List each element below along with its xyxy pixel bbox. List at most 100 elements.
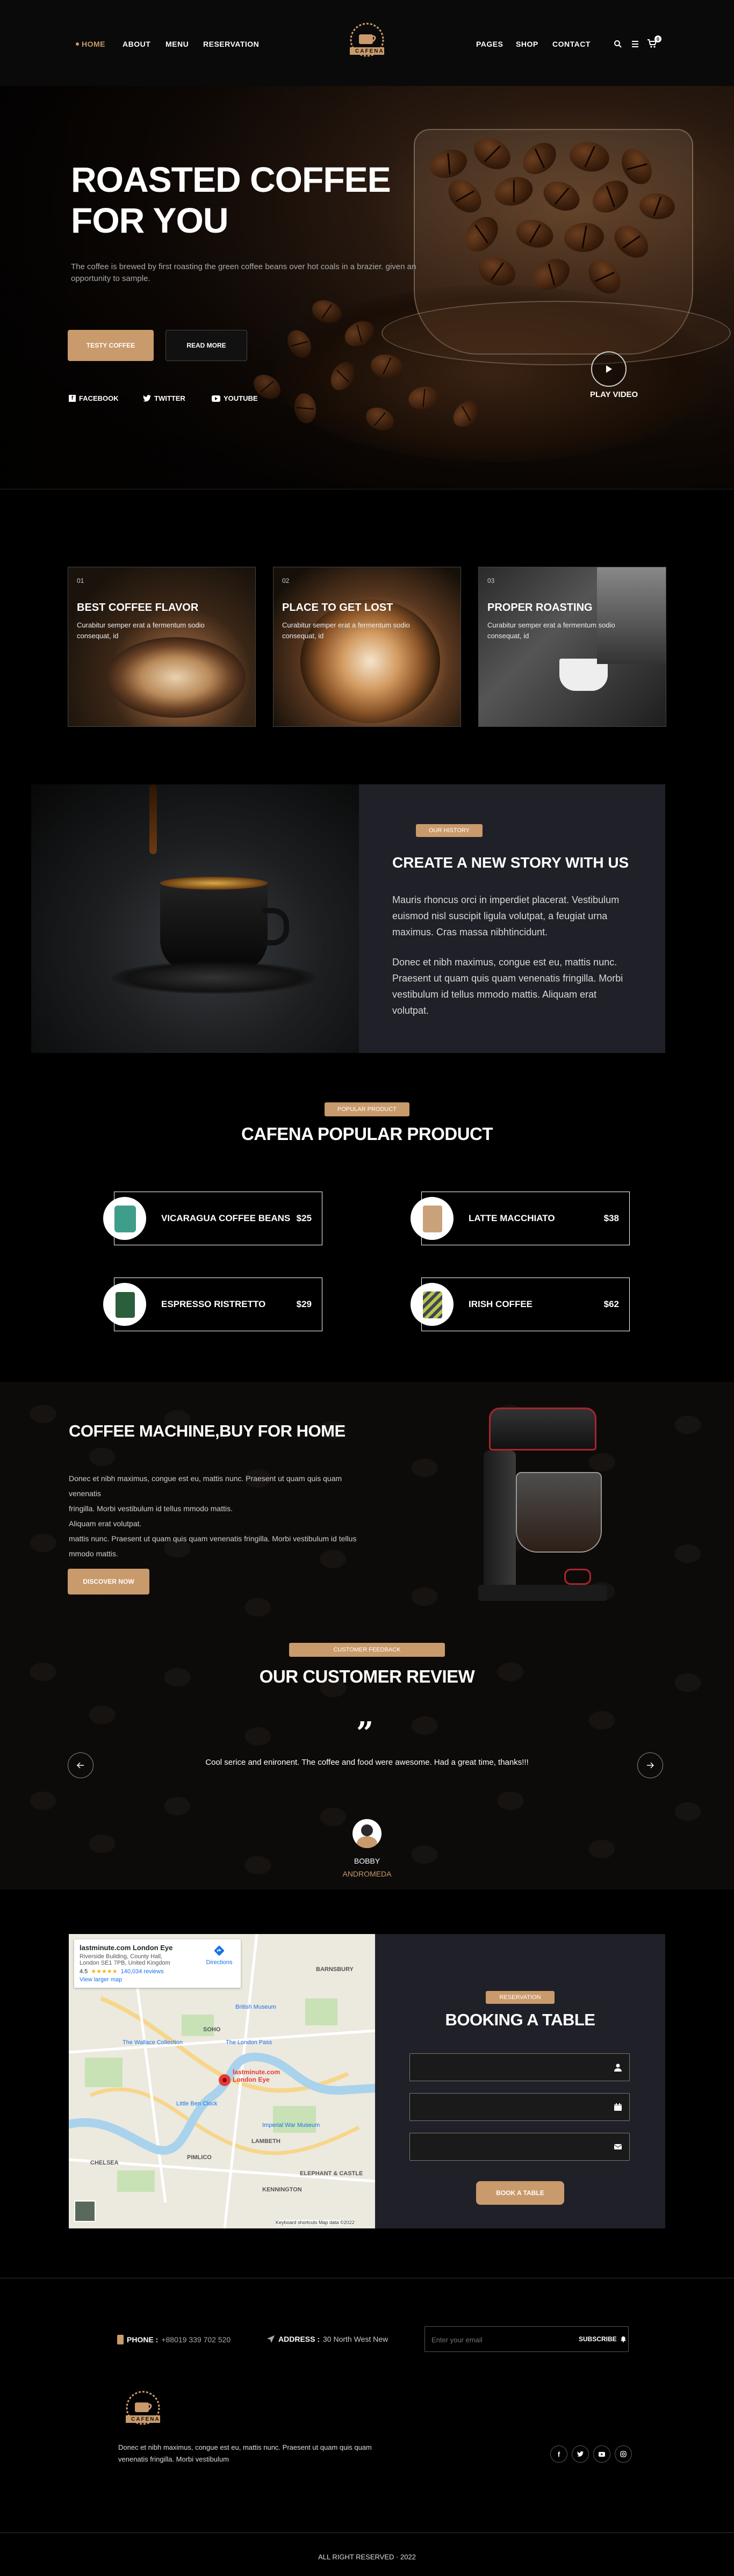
- book-a-table-button[interactable]: BOOK A TABLE: [476, 2181, 564, 2205]
- map-label: The Wallace Collection: [123, 2039, 183, 2046]
- search-icon[interactable]: [614, 40, 622, 51]
- booking-name-field[interactable]: [409, 2053, 630, 2081]
- active-dot: [76, 42, 79, 46]
- product-price: $25: [296, 1213, 312, 1223]
- map-embed[interactable]: SOHO The London Pass LAMBETH PIMLICO CHE…: [69, 1934, 375, 2228]
- nav-shop[interactable]: SHOP: [516, 40, 538, 48]
- product-thumb: [411, 1283, 454, 1326]
- review-tag: CUSTOMER FEEDBACK: [289, 1643, 445, 1657]
- footer-address: ADDRESS : 30 North West New: [267, 2335, 388, 2343]
- machine-text-line: mmodo mattis.: [69, 1549, 118, 1558]
- footer-about-line2: venenatis fringilla. Morbi vestibulum: [118, 2455, 229, 2463]
- footer-logo[interactable]: CAFENA: [116, 2387, 170, 2436]
- nav-home[interactable]: HOME: [82, 40, 105, 48]
- map-label: BARNSBURY: [316, 1966, 354, 1973]
- map-thumbnail[interactable]: [74, 2200, 96, 2222]
- products-title: CAFENA POPULAR PRODUCT: [241, 1124, 493, 1144]
- booking-email-field[interactable]: [409, 2133, 630, 2161]
- address-value: 30 North West New: [323, 2335, 388, 2343]
- map-label: Imperial War Museum: [262, 2122, 320, 2128]
- discover-now-button[interactable]: DISCOVER NOW: [68, 1569, 149, 1594]
- reviewer-company: ANDROMEDA: [342, 1870, 392, 1878]
- map-reviews-link[interactable]: 140,034 reviews: [121, 1968, 164, 1975]
- map-label: British Museum: [235, 2004, 276, 2010]
- facebook-icon: f: [69, 395, 76, 402]
- logo-text: CAFENA: [355, 48, 384, 54]
- play-video-label: PLAY VIDEO: [590, 390, 638, 399]
- arrow-right-icon: [647, 1762, 654, 1769]
- copyright-text: ALL RIGHT RESERVED · 2022: [318, 2553, 416, 2561]
- menu-grid-icon[interactable]: [631, 40, 639, 51]
- story-tag: OUR HISTORY: [416, 824, 483, 837]
- product-item-1[interactable]: VICARAGUA COFFEE BEANS $25: [103, 1192, 322, 1245]
- product-price: $29: [296, 1299, 312, 1309]
- reviewer-name: BOBBY: [354, 1857, 380, 1865]
- subscribe-button[interactable]: SUBSCRIBE: [579, 2335, 627, 2343]
- site-logo[interactable]: CAFENA: [340, 19, 394, 68]
- feature-cup-image: [106, 637, 246, 718]
- feature-latte-image: [300, 600, 440, 723]
- map-label: CHELSEA: [90, 2160, 119, 2166]
- play-video-button[interactable]: [591, 351, 627, 387]
- nav-reservation[interactable]: RESERVATION: [203, 40, 259, 48]
- newsletter-email-input[interactable]: [431, 2333, 560, 2346]
- map-pin-label: lastminute.com London Eye: [233, 2068, 280, 2083]
- feature-number: 03: [487, 577, 495, 585]
- quote-icon: ”: [356, 1715, 374, 1751]
- map-directions[interactable]: Directions: [203, 1945, 235, 1966]
- feature-machine-image: [597, 567, 666, 664]
- feature-title: PROPER ROASTING: [487, 602, 593, 614]
- hero-social-facebook[interactable]: f FACEBOOK: [69, 394, 119, 402]
- booking-date-field[interactable]: [409, 2093, 630, 2121]
- product-name: ESPRESSO RISTRETTO: [161, 1299, 266, 1309]
- feature-title: BEST COFFEE FLAVOR: [77, 602, 199, 614]
- feature-card-3[interactable]: 03 PROPER ROASTING Curabitur semper erat…: [478, 567, 666, 727]
- hero-social-youtube[interactable]: YOUTUBE: [212, 394, 258, 402]
- product-thumb: [103, 1283, 146, 1326]
- play-icon: [606, 365, 612, 373]
- machine-title: COFFEE MACHINE,BUY FOR HOME: [69, 1422, 346, 1440]
- feature-desc: Curabitur semper erat a fermentum sodio …: [282, 621, 410, 640]
- product-name: VICARAGUA COFFEE BEANS: [161, 1213, 291, 1223]
- youtube-icon[interactable]: [593, 2445, 610, 2463]
- product-item-3[interactable]: ESPRESSO RISTRETTO $29: [103, 1278, 322, 1331]
- newsletter-form: SUBSCRIBE: [424, 2326, 629, 2352]
- cart-count-badge: 0: [654, 35, 661, 42]
- feature-card-1[interactable]: 01 BEST COFFEE FLAVOR Curabitur semper e…: [68, 567, 256, 727]
- nav-menu[interactable]: MENU: [165, 40, 189, 48]
- review-prev-button[interactable]: [68, 1752, 93, 1778]
- review-next-button[interactable]: [637, 1752, 663, 1778]
- story-para-1: Mauris rhoncus orci in imperdiet placera…: [392, 894, 620, 937]
- product-item-2[interactable]: LATTE MACCHIATO $38: [411, 1192, 630, 1245]
- read-more-button[interactable]: READ MORE: [165, 330, 247, 361]
- map-label: Little Ben Clock: [176, 2101, 218, 2107]
- nav-contact[interactable]: CONTACT: [552, 40, 591, 48]
- coffee-machine-image: [473, 1408, 618, 1601]
- twitter-icon: [143, 395, 151, 402]
- map-label: PIMLICO: [187, 2154, 212, 2161]
- hero-social-twitter[interactable]: TWITTER: [143, 394, 185, 402]
- beans-background: [0, 1382, 734, 1889]
- nav-about[interactable]: ABOUT: [123, 40, 150, 48]
- machine-text-line: fringilla. Morbi vestibulum id tellus mm…: [69, 1504, 233, 1513]
- view-larger-map-link[interactable]: View larger map: [80, 1976, 235, 1983]
- reviewer-avatar: [352, 1819, 382, 1848]
- footer-divider-bottom: [0, 2532, 734, 2533]
- facebook-icon[interactable]: f: [550, 2445, 567, 2463]
- map-label: The London Pass: [226, 2039, 272, 2046]
- map-label: KENNINGTON: [262, 2187, 302, 2193]
- testy-coffee-button[interactable]: TESTY COFFEE: [68, 330, 154, 361]
- arrow-left-icon: [77, 1762, 84, 1769]
- subscribe-label: SUBSCRIBE: [579, 2335, 617, 2343]
- instagram-icon[interactable]: [615, 2445, 632, 2463]
- bell-icon: [620, 2336, 626, 2342]
- nav-pages[interactable]: PAGES: [476, 40, 503, 48]
- booking-panel: RESERVATION BOOKING A TABLE BOOK A TABLE: [375, 1934, 665, 2228]
- twitter-icon[interactable]: [572, 2445, 589, 2463]
- product-thumb: [411, 1197, 454, 1240]
- feature-card-2[interactable]: 02 PLACE TO GET LOST Curabitur semper er…: [273, 567, 461, 727]
- hero-description: The coffee is brewed by first roasting t…: [71, 262, 416, 283]
- product-item-4[interactable]: IRISH COFFEE $62: [411, 1278, 630, 1331]
- directions-label: Directions: [206, 1959, 233, 1966]
- user-icon: [614, 2063, 622, 2072]
